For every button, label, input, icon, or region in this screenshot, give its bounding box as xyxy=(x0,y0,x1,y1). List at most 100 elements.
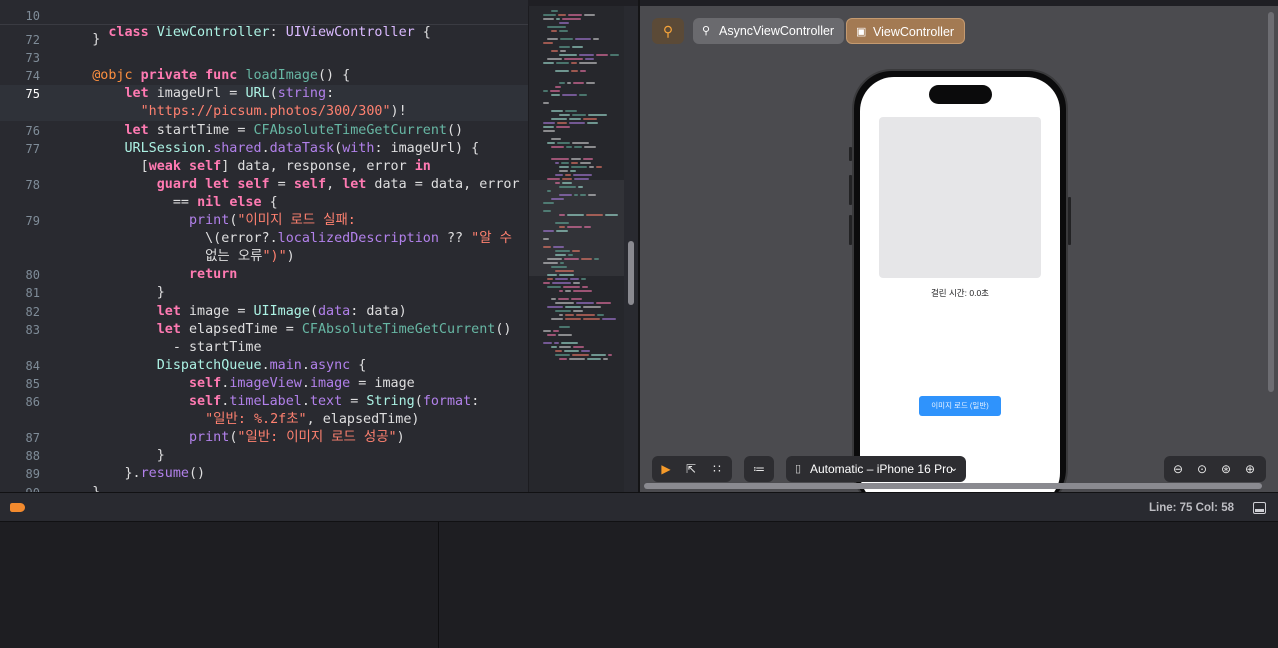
code-line[interactable]: "https://picsum.photos/300/300")! xyxy=(60,103,528,121)
minimap-code-stroke xyxy=(543,130,555,132)
window-icon: ▣ xyxy=(856,26,867,38)
minimap-code-stroke xyxy=(569,118,581,120)
minimap-code-stroke xyxy=(551,110,563,112)
code-line[interactable]: self.imageView.image = image xyxy=(60,375,528,393)
minimap-code-stroke xyxy=(562,18,581,20)
minimap-code-stroke xyxy=(575,38,591,40)
device-selector[interactable]: ▯ Automatic – iPhone 16 Pro ⌄ xyxy=(786,456,966,482)
minimap-code-stroke xyxy=(556,230,568,232)
code-line[interactable]: self.timeLabel.text = String(format: xyxy=(60,393,528,411)
minimap-code-stroke xyxy=(596,54,608,56)
minimap-code-stroke xyxy=(588,114,607,116)
minimap-code-stroke xyxy=(583,306,601,308)
code-line[interactable]: let imageUrl = URL(string: xyxy=(60,85,528,103)
minimap-code-stroke xyxy=(561,342,578,344)
code-line[interactable]: print("이미지 로드 실패: xyxy=(60,212,528,230)
dynamic-island xyxy=(929,85,992,104)
minimap-code-stroke xyxy=(551,94,560,96)
editor-scrollbar-thumb[interactable] xyxy=(628,241,634,305)
code-line[interactable]: \(error?.localizedDescription ?? "알 수 xyxy=(60,230,528,248)
canvas-vertical-scrollbar[interactable] xyxy=(1268,12,1274,392)
variants-grid-icon[interactable]: ∷ xyxy=(705,456,729,482)
minimap-code-stroke xyxy=(554,342,559,344)
code-line[interactable]: return xyxy=(60,266,528,284)
code-line[interactable]: 없는 오류")") xyxy=(60,248,528,266)
code-line[interactable]: DispatchQueue.main.async { xyxy=(60,357,528,375)
code-line[interactable]: - startTime xyxy=(60,339,528,357)
minimap-code-stroke xyxy=(559,274,574,276)
code-line[interactable]: let startTime = CFAbsoluteTimeGetCurrent… xyxy=(60,122,528,140)
code-line[interactable]: } xyxy=(60,484,528,492)
code-line[interactable] xyxy=(60,49,528,67)
minimap-code-stroke xyxy=(559,30,568,32)
line-number: 76 xyxy=(25,124,40,138)
minimap-code-stroke xyxy=(555,310,571,312)
preview-mode-group: ▶ ⇱ ∷ xyxy=(652,456,732,482)
volume-down-button xyxy=(849,215,852,245)
line-number: 81 xyxy=(25,286,40,300)
source-editor[interactable]: 72 } 73 74 @objc private func loadImage() … xyxy=(0,0,528,492)
zoom-in-icon[interactable]: ⊕ xyxy=(1238,456,1262,482)
code-line[interactable]: guard let self = self, let data = data, … xyxy=(60,176,528,194)
minimap-code-stroke xyxy=(543,238,549,240)
minimap[interactable] xyxy=(528,6,625,492)
minimap-code-stroke xyxy=(570,170,576,172)
minimap-code-stroke xyxy=(556,62,569,64)
code-line[interactable]: } xyxy=(60,447,528,465)
minimap-code-stroke xyxy=(579,54,594,56)
zoom-to-100-icon[interactable]: ⊛ xyxy=(1214,456,1238,482)
code-line[interactable]: } xyxy=(60,284,528,302)
code-line[interactable]: URLSession.shared.dataTask(with: imageUr… xyxy=(60,140,528,158)
code-line[interactable]: [weak self] data, response, error in xyxy=(60,158,528,176)
minimap-code-stroke xyxy=(556,126,570,128)
code-line[interactable]: @objc private func loadImage() { xyxy=(60,67,528,85)
action-button xyxy=(849,147,852,161)
selectable-mode-icon[interactable]: ⇱ xyxy=(679,456,703,482)
minimap-code-stroke xyxy=(555,354,570,356)
minimap-code-stroke xyxy=(567,214,584,216)
minimap-code-stroke xyxy=(596,302,611,304)
console-view[interactable] xyxy=(440,522,1278,648)
minimap-code-stroke xyxy=(559,214,565,216)
variables-view[interactable] xyxy=(0,522,439,648)
pin-preview-button[interactable]: ⚲ xyxy=(652,18,684,44)
code-line[interactable]: }.resume() xyxy=(60,465,528,483)
live-mode-play-icon[interactable]: ▶ xyxy=(654,456,678,482)
preview-tab-async-view-controller[interactable]: ⚲ AsyncViewController xyxy=(693,18,845,44)
minimap-code-stroke xyxy=(543,210,551,212)
code-line[interactable]: let elapsedTime = CFAbsoluteTimeGetCurre… xyxy=(60,321,528,339)
iphone-icon: ▯ xyxy=(795,463,802,475)
sticky-scope-header[interactable]: 10 class ViewController: UIViewControlle… xyxy=(0,6,528,40)
sticky-header-code: class ViewController: UIViewController { xyxy=(108,25,431,40)
minimap-code-stroke xyxy=(569,122,585,124)
code-line[interactable]: let image = UIImage(data: data) xyxy=(60,303,528,321)
line-number: 88 xyxy=(25,449,40,463)
zoom-out-icon[interactable]: ⊖ xyxy=(1166,456,1190,482)
code-line[interactable]: == nil else { xyxy=(60,194,528,212)
device-settings-icon[interactable]: ≔ xyxy=(747,456,771,482)
minimap-code-stroke xyxy=(589,166,594,168)
load-image-button[interactable]: 이미지 로드 (일반) xyxy=(919,396,1001,416)
preview-canvas[interactable]: ⚲ ⚲ AsyncViewController ▣ ViewController… xyxy=(640,6,1278,492)
minimap-code-stroke xyxy=(564,258,579,260)
minimap-code-stroke xyxy=(547,334,556,336)
minimap-code-stroke xyxy=(556,18,560,20)
pin-icon: ⚲ xyxy=(702,25,711,37)
minimap-code-stroke xyxy=(551,30,557,32)
minimap-code-stroke xyxy=(555,350,562,352)
canvas-horizontal-scrollbar[interactable] xyxy=(644,483,1262,489)
breakpoints-toggle-icon[interactable] xyxy=(10,503,25,512)
code-line[interactable]: "일반: %.2f초", elapsedTime) xyxy=(60,411,528,429)
zoom-fit-icon[interactable]: ⊙ xyxy=(1190,456,1214,482)
code-line[interactable]: print("일반: 이미지 로드 성공") xyxy=(60,429,528,447)
minimap-code-stroke xyxy=(605,214,618,216)
minimap-code-stroke xyxy=(585,58,594,60)
minimap-code-stroke xyxy=(565,174,571,176)
minimap-code-stroke xyxy=(578,186,583,188)
preview-tab-view-controller[interactable]: ▣ ViewController xyxy=(846,18,966,44)
minimap-code-stroke xyxy=(551,198,564,200)
device-screen[interactable]: 걸린 시간: 0.0초 이미지 로드 (일반) xyxy=(860,77,1060,492)
toggle-debug-area-icon[interactable] xyxy=(1253,502,1266,514)
editor-scrollbar[interactable] xyxy=(624,6,638,492)
minimap-code-stroke xyxy=(603,358,608,360)
